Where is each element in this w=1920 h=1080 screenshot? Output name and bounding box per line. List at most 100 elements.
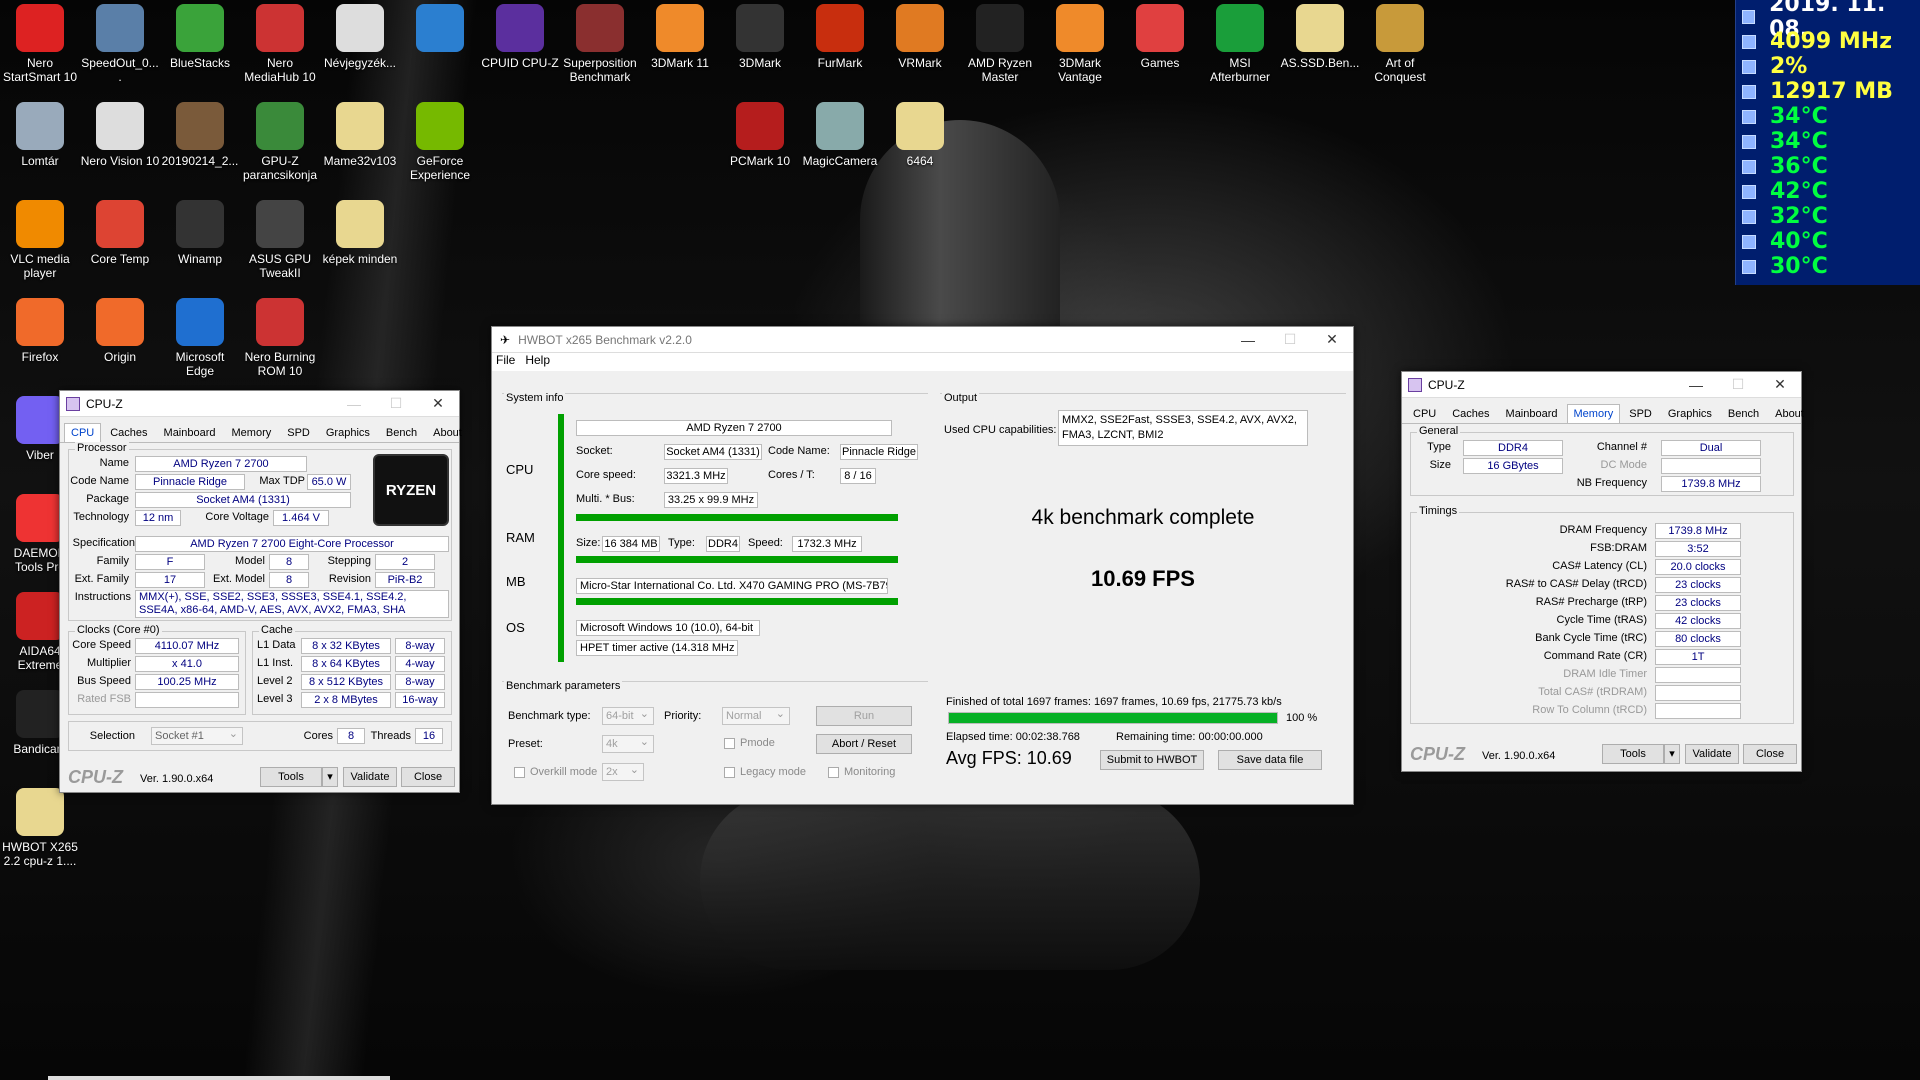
desktop-icon[interactable]: 3DMark Vantage [1040, 0, 1120, 84]
tab-spd[interactable]: SPD [1622, 404, 1659, 423]
desktop-icon[interactable]: Nero StartSmart 10 [0, 0, 80, 84]
desktop-icon[interactable]: HWBOT X265 2.2 cpu-z 1.... [0, 784, 80, 868]
desktop-icon[interactable]: CPUID CPU-Z [480, 0, 560, 70]
codename-value: Pinnacle Ridge [840, 444, 918, 460]
app-icon [416, 102, 464, 150]
close-button[interactable]: Close [1743, 744, 1797, 764]
app-icon [176, 200, 224, 248]
minimize-icon[interactable]: — [1675, 377, 1717, 393]
desktop-icon[interactable]: Nero MediaHub 10 [240, 0, 320, 84]
priority-select[interactable]: Normal [722, 706, 790, 725]
tab-graphics[interactable]: Graphics [319, 423, 377, 442]
maximize-icon[interactable]: ☐ [1269, 331, 1311, 348]
maximize-icon[interactable]: ☐ [375, 395, 417, 412]
tab-cpu[interactable]: CPU [1406, 404, 1443, 423]
save-data-button[interactable]: Save data file [1218, 750, 1322, 770]
cpuz-memory-titlebar[interactable]: CPU-Z — ☐ ✕ [1402, 372, 1801, 398]
desktop-icon[interactable]: Microsoft Edge [160, 294, 240, 378]
desktop-icon[interactable]: Games [1120, 0, 1200, 70]
tab-spd[interactable]: SPD [280, 423, 317, 442]
desktop-icon[interactable]: Névjegyzék... [320, 0, 400, 70]
hwbot-titlebar[interactable]: ✈ HWBOT x265 Benchmark v2.2.0 — ☐ ✕ [492, 327, 1353, 353]
tab-mainboard[interactable]: Mainboard [157, 423, 223, 442]
desktop-icon[interactable]: BlueStacks [160, 0, 240, 70]
tools-dropdown-icon[interactable]: ▾ [1664, 744, 1680, 764]
submit-hwbot-button[interactable]: Submit to HWBOT [1100, 750, 1204, 770]
desktop-icon[interactable]: AMD Ryzen Master [960, 0, 1040, 84]
calendar-icon [1742, 9, 1756, 24]
desktop-icon[interactable]: PCMark 10 [720, 98, 800, 168]
desktop-icon-label: Nero StartSmart 10 [2, 56, 78, 84]
desktop-icon[interactable]: képek minden [320, 196, 400, 266]
desktop-icon[interactable] [400, 0, 480, 56]
socket-select[interactable]: Socket #1 [151, 726, 243, 745]
desktop-icon[interactable]: Mame32v103 [320, 98, 400, 168]
desktop-icon[interactable]: 3DMark 11 [640, 0, 720, 70]
wallpaper-handlebar [700, 790, 1200, 970]
benchmark-type-select[interactable]: 64-bit [602, 706, 654, 725]
desktop-icon[interactable]: GPU-Z parancsikonja [240, 98, 320, 182]
desktop-icon-label: AMD Ryzen Master [967, 56, 1032, 84]
desktop-icon[interactable]: Origin [80, 294, 160, 364]
desktop-icon[interactable]: MagicCamera [800, 98, 880, 168]
tab-mainboard[interactable]: Mainboard [1499, 404, 1565, 423]
core-speed-value: 4110.07 MHz [135, 638, 239, 654]
minimize-icon[interactable]: — [333, 396, 375, 412]
group-label: Timings [1417, 505, 1460, 517]
desktop-icon[interactable]: Nero Vision 10 [80, 98, 160, 168]
tab-bench[interactable]: Bench [1721, 404, 1766, 423]
maximize-icon[interactable]: ☐ [1717, 376, 1759, 393]
tab-bench[interactable]: Bench [379, 423, 424, 442]
desktop-icon[interactable]: FurMark [800, 0, 880, 70]
desktop-icon[interactable]: Superposition Benchmark [560, 0, 640, 84]
preset-select[interactable]: 4k [602, 734, 654, 753]
desktop-icon[interactable]: 6464 [880, 98, 960, 168]
overkill-checkbox[interactable] [514, 767, 525, 778]
tools-button[interactable]: Tools [260, 767, 322, 787]
cpuz-cpu-titlebar[interactable]: CPU-Z — ☐ ✕ [60, 391, 459, 417]
desktop-icon[interactable]: MSI Afterburner [1200, 0, 1280, 84]
tab-about[interactable]: About [426, 423, 469, 442]
menu-file[interactable]: File [496, 353, 515, 371]
tab-caches[interactable]: Caches [1445, 404, 1496, 423]
overkill-select[interactable]: 2x [602, 762, 644, 781]
pmode-checkbox[interactable] [724, 738, 735, 749]
tools-button[interactable]: Tools [1602, 744, 1664, 764]
tab-caches[interactable]: Caches [103, 423, 154, 442]
desktop-icon[interactable]: VLC media player [0, 196, 80, 280]
tools-dropdown-icon[interactable]: ▾ [322, 767, 338, 787]
desktop-icon-label: AS.SSD.Ben... [1280, 56, 1360, 70]
ext-model-label: Ext. Model [213, 573, 265, 585]
desktop-icon[interactable]: ASUS GPU TweakII [240, 196, 320, 280]
validate-button[interactable]: Validate [343, 767, 397, 787]
close-icon[interactable]: ✕ [1311, 331, 1353, 348]
desktop-icon[interactable]: Firefox [0, 294, 80, 364]
validate-button[interactable]: Validate [1685, 744, 1739, 764]
close-icon[interactable]: ✕ [417, 395, 459, 412]
desktop-icon[interactable]: Lomtár [0, 98, 80, 168]
abort-reset-button[interactable]: Abort / Reset [816, 734, 912, 754]
close-icon[interactable]: ✕ [1759, 376, 1801, 393]
desktop-icon[interactable]: 20190214_2... [160, 98, 240, 168]
tab-about[interactable]: About [1768, 404, 1811, 423]
tab-memory[interactable]: Memory [1566, 404, 1621, 423]
close-button[interactable]: Close [401, 767, 455, 787]
desktop-icon[interactable]: Winamp [160, 196, 240, 266]
desktop-icon[interactable]: Art of Conquest [1360, 0, 1440, 84]
legacy-checkbox[interactable] [724, 767, 735, 778]
desktop-icon[interactable]: SpeedOut_0.... [80, 0, 160, 84]
desktop-icon[interactable]: Nero Burning ROM 10 [240, 294, 320, 378]
minimize-icon[interactable]: — [1227, 332, 1269, 348]
tab-cpu[interactable]: CPU [64, 423, 102, 442]
desktop-icon[interactable]: Core Temp [80, 196, 160, 266]
desktop-icon[interactable]: VRMark [880, 0, 960, 70]
desktop-icon[interactable]: GeForce Experience [400, 98, 480, 182]
tab-graphics[interactable]: Graphics [1661, 404, 1719, 423]
desktop-icon-label: CPUID CPU-Z [481, 56, 559, 70]
desktop-icon[interactable]: 3DMark [720, 0, 800, 70]
run-button[interactable]: Run [816, 706, 912, 726]
menu-help[interactable]: Help [525, 353, 550, 371]
desktop-icon[interactable]: AS.SSD.Ben... [1280, 0, 1360, 70]
tab-memory[interactable]: Memory [225, 423, 279, 442]
monitoring-checkbox[interactable] [828, 767, 839, 778]
